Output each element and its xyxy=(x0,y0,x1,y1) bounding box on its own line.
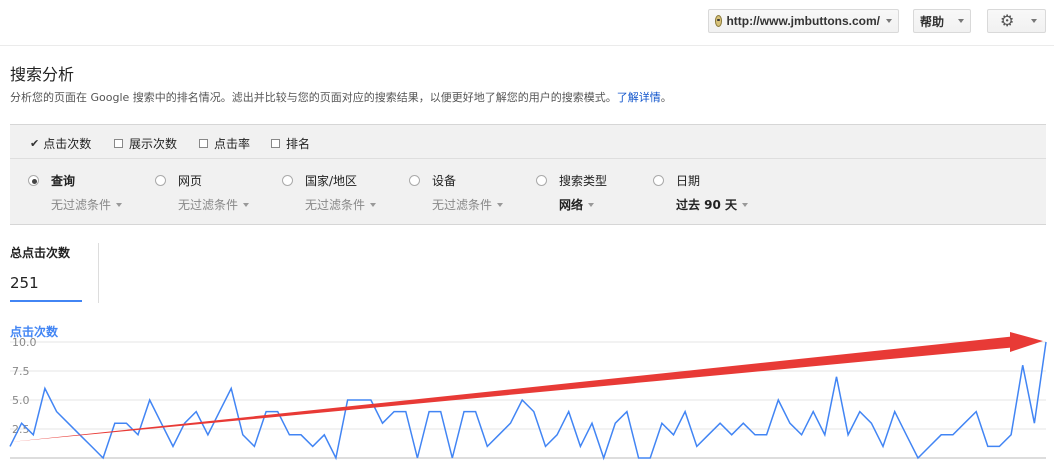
summary-divider xyxy=(98,243,99,303)
trend-arrow-shaft xyxy=(10,336,1012,442)
help-button[interactable]: 帮助 xyxy=(913,9,971,33)
chevron-down-icon xyxy=(588,202,595,207)
dimension-label: 网页 xyxy=(178,174,203,188)
radio-icon[interactable] xyxy=(155,175,166,186)
chevron-down-icon xyxy=(1031,19,1037,23)
checkbox-icon xyxy=(199,139,208,148)
metric-row: ✔ 点击次数 展示次数 点击率 排名 xyxy=(10,125,1046,159)
page-description: 分析您的页面在 Google 搜索中的排名情况。滤出并比较与您的页面对应的搜索结… xyxy=(10,89,672,105)
site-url: http://www.jmbuttons.com/ xyxy=(726,14,880,28)
chevron-down-icon xyxy=(742,202,749,207)
dimension-label: 查询 xyxy=(51,174,76,188)
metric-label: 排名 xyxy=(286,137,311,151)
radio-selected-icon[interactable] xyxy=(28,175,39,186)
total-clicks-value: 251 xyxy=(10,274,39,292)
y-tick-label: 7.5 xyxy=(12,365,30,378)
filter-value: 网络 xyxy=(559,198,584,212)
filter-value: 无过滤条件 xyxy=(305,198,366,212)
chevron-down-icon xyxy=(370,202,377,207)
clicks-line-chart[interactable]: 2.55.07.510.0 xyxy=(0,330,1054,464)
filter-panel: ✔ 点击次数 展示次数 点击率 排名 查询 无过滤条件 网页 无过滤条件 国家/… xyxy=(10,124,1046,225)
total-clicks-underline xyxy=(10,300,82,302)
filter-value: 过去 90 天 xyxy=(676,198,738,212)
dimension-query[interactable]: 查询 无过滤条件 xyxy=(28,172,123,213)
checkbox-icon xyxy=(114,139,123,148)
page-title: 搜索分析 xyxy=(10,65,75,84)
site-favicon-icon xyxy=(715,15,723,27)
metric-label: 点击率 xyxy=(214,137,251,151)
description-text: 分析您的页面在 Google 搜索中的排名情况。滤出并比较与您的页面对应的搜索结… xyxy=(10,91,617,104)
dimension-label: 搜索类型 xyxy=(559,174,608,188)
y-tick-label: 5.0 xyxy=(12,394,30,407)
radio-icon[interactable] xyxy=(409,175,420,186)
metric-label: 展示次数 xyxy=(129,137,178,151)
y-tick-label: 10.0 xyxy=(12,336,37,349)
dimension-filter-dropdown[interactable]: 无过滤条件 xyxy=(155,196,250,213)
metric-label: 点击次数 xyxy=(43,137,92,151)
filter-value: 无过滤条件 xyxy=(178,198,239,212)
chevron-down-icon xyxy=(886,19,892,23)
trend-arrow-head xyxy=(1010,332,1043,352)
check-icon: ✔ xyxy=(30,137,40,150)
checkbox-icon xyxy=(271,139,280,148)
metric-impressions-checkbox[interactable]: 展示次数 xyxy=(114,135,177,152)
filter-value: 无过滤条件 xyxy=(51,198,112,212)
dimension-label: 国家/地区 xyxy=(305,174,358,188)
dimension-country[interactable]: 国家/地区 无过滤条件 xyxy=(282,172,377,213)
metric-clicks-checkbox[interactable]: ✔ 点击次数 xyxy=(30,135,91,152)
top-toolbar: http://www.jmbuttons.com/ 帮助 ⚙ xyxy=(0,0,1054,46)
metric-position-checkbox[interactable]: 排名 xyxy=(271,135,310,152)
dimension-filter-dropdown[interactable]: 无过滤条件 xyxy=(28,196,123,213)
chevron-down-icon xyxy=(243,202,250,207)
dimension-page[interactable]: 网页 无过滤条件 xyxy=(155,172,250,213)
description-suffix: 。 xyxy=(660,91,672,104)
radio-icon[interactable] xyxy=(653,175,664,186)
chevron-down-icon xyxy=(116,202,123,207)
dimension-filter-dropdown[interactable]: 网络 xyxy=(536,196,607,213)
radio-icon[interactable] xyxy=(536,175,547,186)
dimension-date[interactable]: 日期 过去 90 天 xyxy=(653,172,749,213)
help-label: 帮助 xyxy=(920,14,945,29)
dimension-filter-dropdown[interactable]: 无过滤条件 xyxy=(282,196,377,213)
dimension-label: 日期 xyxy=(676,174,701,188)
metric-ctr-checkbox[interactable]: 点击率 xyxy=(199,135,250,152)
filter-value: 无过滤条件 xyxy=(432,198,493,212)
dimension-search-type[interactable]: 搜索类型 网络 xyxy=(536,172,607,213)
learn-more-link[interactable]: 了解详情 xyxy=(617,91,661,104)
dimension-device[interactable]: 设备 无过滤条件 xyxy=(409,172,504,213)
dimension-filter-dropdown[interactable]: 过去 90 天 xyxy=(653,196,749,213)
total-clicks-label: 总点击次数 xyxy=(10,246,71,260)
dimension-label: 设备 xyxy=(432,174,457,188)
chevron-down-icon xyxy=(497,202,504,207)
site-selector-button[interactable]: http://www.jmbuttons.com/ xyxy=(708,9,899,33)
chevron-down-icon xyxy=(958,19,964,23)
settings-button[interactable]: ⚙ xyxy=(987,9,1046,33)
radio-icon[interactable] xyxy=(282,175,293,186)
gear-icon: ⚙ xyxy=(1000,11,1015,30)
dimension-filter-dropdown[interactable]: 无过滤条件 xyxy=(409,196,504,213)
